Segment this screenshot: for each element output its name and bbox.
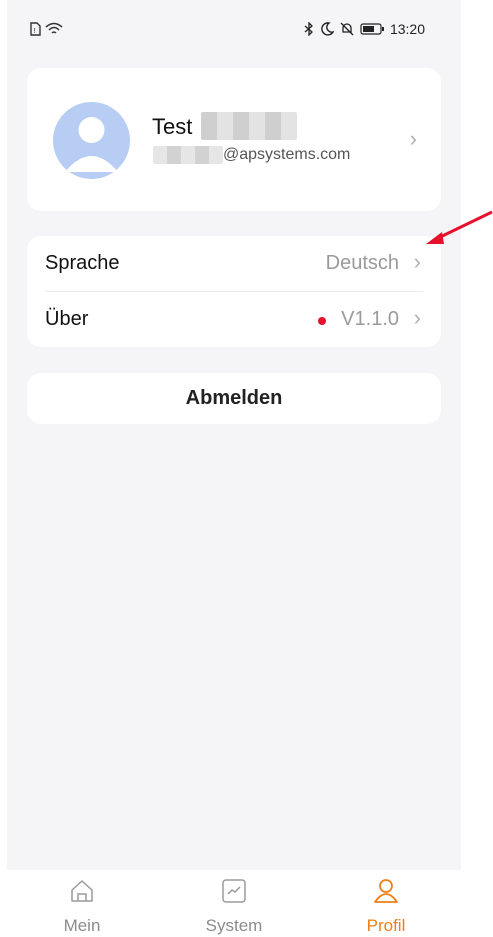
- tab-mein[interactable]: Mein: [27, 870, 137, 937]
- profile-card[interactable]: Test @apsystems.com ›: [27, 68, 441, 211]
- user-name: Test: [152, 114, 193, 139]
- language-row[interactable]: Sprache Deutsch ›: [27, 236, 441, 291]
- status-time: 13:20: [389, 21, 425, 37]
- update-badge: [318, 317, 326, 325]
- version-value: V1.1.0: [341, 308, 399, 330]
- wifi-icon: [45, 22, 63, 36]
- moon-icon: [320, 22, 334, 36]
- svg-text:!: !: [33, 27, 36, 35]
- home-icon: [69, 878, 95, 904]
- chevron-right-icon: ›: [413, 305, 421, 330]
- language-label: Sprache: [45, 252, 120, 274]
- tab-label: Mein: [63, 916, 101, 935]
- tab-profil[interactable]: Profil: [331, 870, 441, 937]
- chart-icon: [221, 878, 247, 904]
- avatar: [53, 102, 130, 179]
- about-label: Über: [45, 308, 89, 330]
- bluetooth-icon: [304, 22, 314, 36]
- annotation-arrow-icon: [426, 210, 493, 244]
- sim-icon: !: [29, 22, 41, 36]
- tab-label: Profil: [366, 916, 406, 935]
- language-value: Deutsch: [325, 252, 399, 274]
- battery-icon: [360, 23, 384, 35]
- app-screen: ! 13:20 Test @apsystems.com › Sprache De…: [7, 0, 461, 937]
- user-avatar-icon: [65, 117, 118, 172]
- redacted-email: [153, 146, 223, 164]
- about-row[interactable]: Über V1.1.0 ›: [27, 292, 441, 347]
- mute-icon: [340, 22, 354, 36]
- tab-bar: Mein System Profil: [7, 870, 461, 937]
- user-email: @apsystems.com: [223, 146, 351, 163]
- chevron-right-icon: ›: [413, 249, 421, 274]
- user-icon: [373, 878, 399, 904]
- status-bar: ! 13:20: [7, 0, 461, 60]
- tab-system[interactable]: System: [179, 870, 289, 937]
- redacted-name: [201, 112, 297, 140]
- logout-label: Abmelden: [185, 387, 283, 409]
- tab-label: System: [205, 916, 263, 935]
- chevron-right-icon: ›: [409, 126, 417, 151]
- logout-button[interactable]: Abmelden: [27, 373, 441, 424]
- settings-card: Sprache Deutsch › Über V1.1.0 ›: [27, 236, 441, 347]
